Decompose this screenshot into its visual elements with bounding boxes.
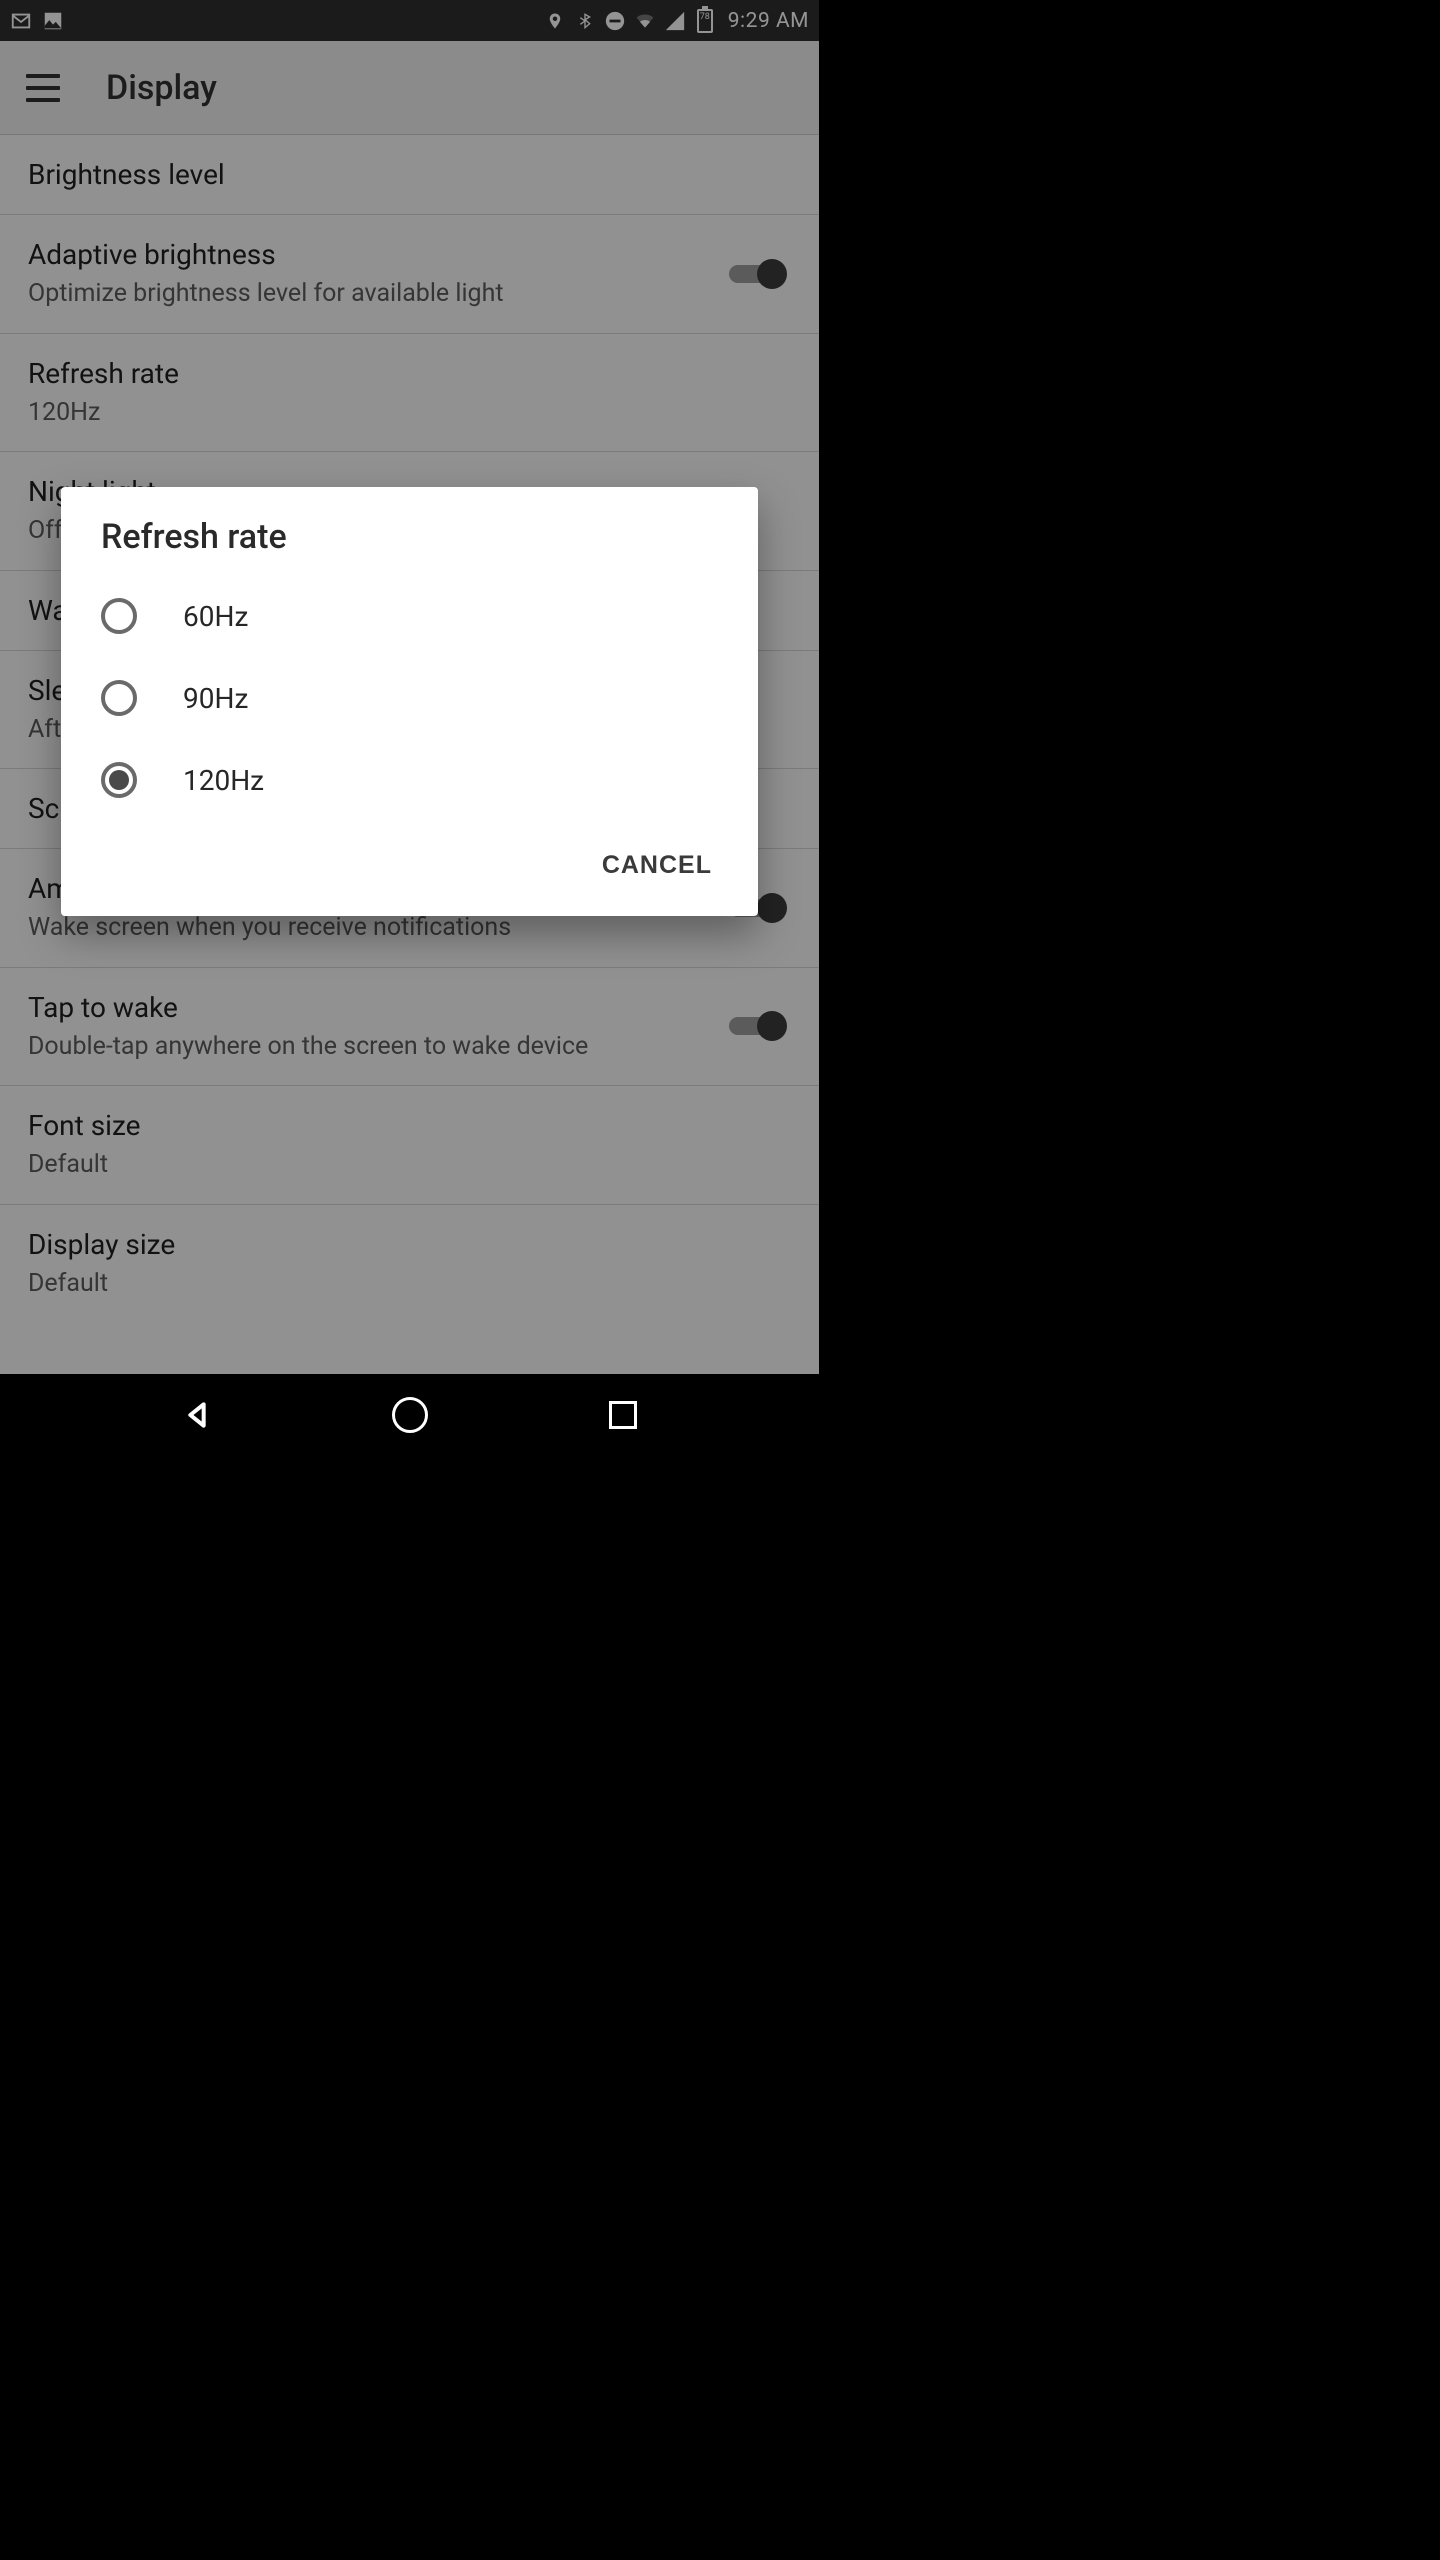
refresh-rate-dialog: Refresh rate 60Hz 90Hz 120Hz CANCEL (61, 487, 758, 916)
option-60hz[interactable]: 60Hz (61, 575, 758, 657)
nav-home-button[interactable] (390, 1395, 430, 1435)
dialog-actions: CANCEL (61, 827, 758, 916)
dialog-title: Refresh rate (61, 517, 758, 567)
radio-icon (101, 762, 137, 798)
nav-back-button[interactable] (177, 1395, 217, 1435)
option-90hz[interactable]: 90Hz (61, 657, 758, 739)
navigation-bar (0, 1374, 819, 1456)
screen: 78 9:29 AM Display Brightness level Adap… (0, 0, 819, 1456)
option-120hz[interactable]: 120Hz (61, 739, 758, 821)
option-label: 120Hz (183, 764, 264, 797)
radio-icon (101, 680, 137, 716)
dialog-option-list: 60Hz 90Hz 120Hz (61, 567, 758, 827)
radio-icon (101, 598, 137, 634)
option-label: 60Hz (183, 600, 248, 633)
nav-recents-button[interactable] (603, 1395, 643, 1435)
cancel-button[interactable]: CANCEL (588, 841, 726, 890)
option-label: 90Hz (183, 682, 248, 715)
